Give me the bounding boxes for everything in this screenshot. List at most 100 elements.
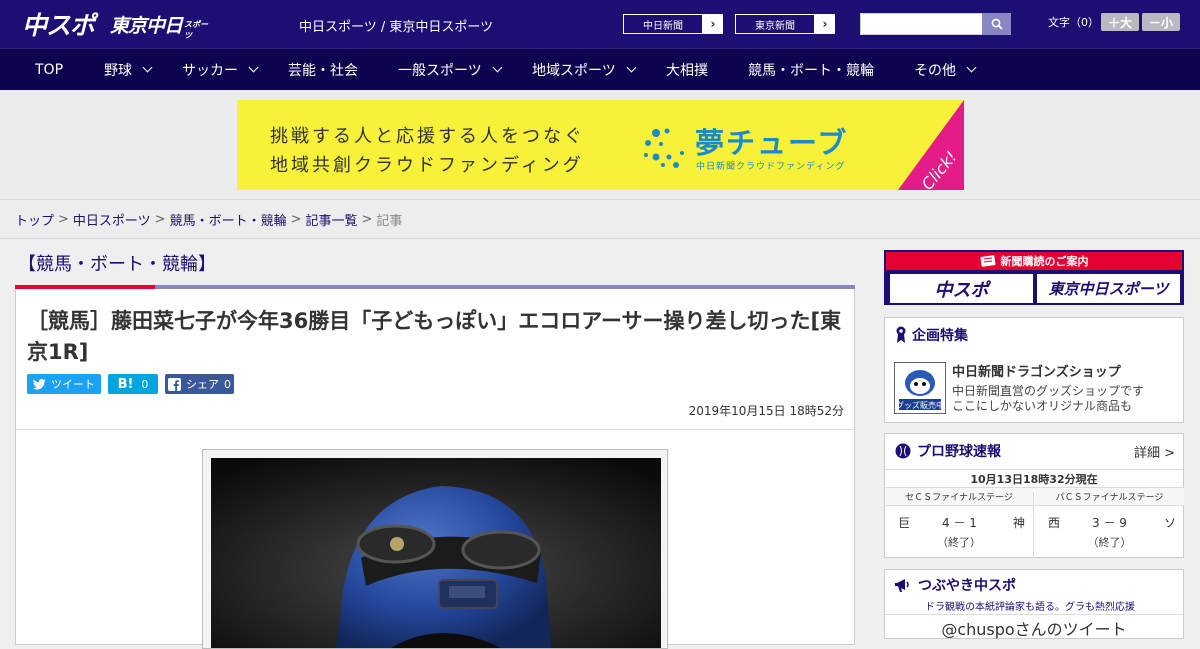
tsubuyaki-panel: つぶやき中スポ ドラ観戦の本紙評論家も語る。グラも熱烈応援 @chuspoさんの… xyxy=(884,569,1184,639)
tweets-header-link[interactable]: @chuspoさんのツイート xyxy=(885,616,1183,640)
chuspo-logo-text: 中スポ xyxy=(22,11,95,40)
feature-panel-head: 企画特集 xyxy=(885,318,1183,352)
chevron-down-icon xyxy=(626,62,637,73)
newspaper-icon xyxy=(980,255,995,267)
breadcrumb-chunichi-sports[interactable]: 中日スポーツ xyxy=(73,210,151,229)
font-smaller-button[interactable]: －小 xyxy=(1142,13,1180,31)
nav-item-general-sports[interactable]: 一般スポーツ xyxy=(398,49,503,90)
hatena-count: 0 xyxy=(141,377,149,391)
main-nav: TOP 野球 サッカー 芸能・社会 一般スポーツ 地域スポーツ 大相撲 競馬・ボ… xyxy=(0,48,1200,90)
dragons-shop-link[interactable]: 中日新聞ドラゴンズショップ xyxy=(952,361,1121,380)
tokyo-logo-sub: スポーツ xyxy=(184,20,209,40)
search-icon xyxy=(991,18,1003,30)
chevron-down-icon xyxy=(966,62,977,73)
facebook-share-count: 0 xyxy=(224,377,231,391)
newspaper-subscription-box[interactable]: 新聞購読のご案内 中スポ 東京中日スポーツ xyxy=(884,250,1184,305)
search-button[interactable] xyxy=(982,13,1011,35)
ribbon-icon xyxy=(896,326,906,343)
chunichi-shimbun-link[interactable]: 中日新聞 › xyxy=(622,13,724,35)
font-larger-button[interactable]: ＋大 xyxy=(1101,13,1139,31)
divider xyxy=(16,429,854,430)
chevron-down-icon xyxy=(142,62,153,73)
article-top-border xyxy=(15,285,855,289)
tokyo-subscribe-logo: 東京中日スポーツ xyxy=(1037,274,1180,303)
breadcrumb-top[interactable]: トップ xyxy=(15,210,54,229)
chevron-right-icon: › xyxy=(822,17,828,31)
baseball-scores-panel: プロ野球速報 詳細 > 10月13日18時32分現在 セＣＳファイナルステージ … xyxy=(884,433,1184,558)
breadcrumb-keiba[interactable]: 競馬・ボート・競輪 xyxy=(170,210,287,229)
scores-updated-time: 10月13日18時32分現在 xyxy=(885,469,1183,488)
nav-label: 競馬・ボート・競輪 xyxy=(748,62,874,79)
nav-item-soccer[interactable]: サッカー xyxy=(182,49,259,90)
article-top-accent xyxy=(15,285,155,289)
banner-area: 挑戦する人と応援する人をつなぐ 地域共創クラウドファンディング 夢チューブ 中日… xyxy=(0,90,1200,200)
hatena-bookmark-icon: B! xyxy=(117,376,134,392)
game-row: 巨 4 － 1 神 xyxy=(885,510,1033,532)
game-status: （終了） xyxy=(1087,536,1132,549)
nav-item-sumo[interactable]: 大相撲 xyxy=(666,49,708,90)
chuspo-subscribe-logo: 中スポ xyxy=(890,274,1033,303)
chevron-down-icon xyxy=(248,62,259,73)
game-score[interactable]: パＣＳファイナルステージ 西 3 － 9 ソ （終了） xyxy=(1035,488,1184,558)
nav-label: 一般スポーツ xyxy=(398,62,482,79)
feature-panel-title: 企画特集 xyxy=(912,328,968,344)
tsubuyaki-subtitle: ドラ観戦の本紙評論家も語る。グラも熱烈応援 xyxy=(925,602,1135,613)
scores-detail-link[interactable]: 詳細 > xyxy=(1134,442,1175,461)
tweet-button[interactable]: ツイート xyxy=(27,374,101,394)
dragons-shop-thumbnail[interactable]: グッズ販売中 xyxy=(894,362,946,414)
nav-item-top[interactable]: TOP xyxy=(35,49,63,90)
game-stage: セＣＳファイナルステージ xyxy=(885,488,1033,506)
font-size-label: 文字（0） xyxy=(1048,16,1099,29)
nav-label: 野球 xyxy=(104,62,132,79)
nav-item-other[interactable]: その他 xyxy=(914,49,977,90)
facebook-share-label: シェア xyxy=(186,378,219,391)
nav-item-baseball[interactable]: 野球 xyxy=(104,49,153,90)
section-title[interactable]: 【競馬・ボート・競輪】 xyxy=(18,250,216,276)
twitter-bird-icon xyxy=(33,378,46,389)
breadcrumb-separator: > xyxy=(290,212,302,227)
nav-label: 大相撲 xyxy=(666,62,708,79)
article-title: ［競馬］藤田菜七子が今年36勝目「子どもっぽい」エコロアーサー操り差し切った[東… xyxy=(27,309,842,364)
tsubuyaki-head: つぶやき中スポ xyxy=(885,570,1183,600)
article-photo[interactable] xyxy=(211,458,661,648)
game-score[interactable]: セＣＳファイナルステージ 巨 4 － 1 神 （終了） xyxy=(885,488,1034,558)
nav-item-keiba[interactable]: 競馬・ボート・競輪 xyxy=(748,49,874,90)
hatena-bookmark-button[interactable]: B! 0 xyxy=(108,374,158,394)
nav-label: その他 xyxy=(914,62,956,79)
score: 4 － 1 xyxy=(942,516,977,530)
away-team: ソ xyxy=(1163,516,1176,530)
yume-tube-ad-banner[interactable]: 挑戦する人と応援する人をつなぐ 地域共創クラウドファンディング 夢チューブ 中日… xyxy=(237,100,964,190)
divider xyxy=(885,614,1183,615)
baseball-icon xyxy=(895,443,911,459)
article-date: 2019年10月15日 18時52分 xyxy=(688,404,844,418)
facebook-icon xyxy=(168,377,181,391)
breadcrumb-current: 記事 xyxy=(376,214,403,229)
subscription-head: 新聞購読のご案内 xyxy=(886,252,1182,270)
tokyo-chunichi-logo[interactable]: 東京中日 スポーツ xyxy=(110,7,210,41)
tokyo-shimbun-label: 東京新聞 xyxy=(735,14,815,34)
nav-label: TOP xyxy=(35,61,64,78)
tsubuyaki-title: つぶやき中スポ xyxy=(918,578,1016,594)
away-team: 神 xyxy=(1012,516,1025,530)
ad-line-2: 地域共創クラウドファンディング xyxy=(270,155,584,176)
breadcrumb: トップ > 中日スポーツ > 競馬・ボート・競輪 > 記事一覧 > 記事 xyxy=(0,201,1200,239)
tokyo-shimbun-link[interactable]: 東京新聞 › xyxy=(734,13,836,35)
top-header: 中スポ 東京中日 スポーツ 中日スポーツ / 東京中日スポーツ 中日新聞 › 東… xyxy=(0,0,1200,48)
breadcrumb-separator: > xyxy=(361,212,373,227)
search-input[interactable] xyxy=(860,13,983,35)
game-stage: パＣＳファイナルステージ xyxy=(1035,488,1184,506)
nav-label: 地域スポーツ xyxy=(532,62,616,79)
nav-item-entertainment[interactable]: 芸能・社会 xyxy=(288,49,358,90)
scores-panel-title: プロ野球速報 xyxy=(917,444,1001,460)
breadcrumb-separator: > xyxy=(58,212,69,227)
jockey-photo xyxy=(211,458,661,648)
chuspo-logo[interactable]: 中スポ xyxy=(22,7,102,41)
game-status: （終了） xyxy=(937,536,981,549)
nav-item-local-sports[interactable]: 地域スポーツ xyxy=(532,49,637,90)
game-row: 西 3 － 9 ソ xyxy=(1035,510,1184,532)
facebook-share-button[interactable]: シェア 0 xyxy=(165,374,234,394)
article-photo-frame xyxy=(202,449,668,649)
subscription-head-label: 新聞購読のご案内 xyxy=(1000,255,1089,268)
breadcrumb-article-list[interactable]: 記事一覧 xyxy=(306,210,358,229)
nav-label: サッカー xyxy=(182,62,238,79)
